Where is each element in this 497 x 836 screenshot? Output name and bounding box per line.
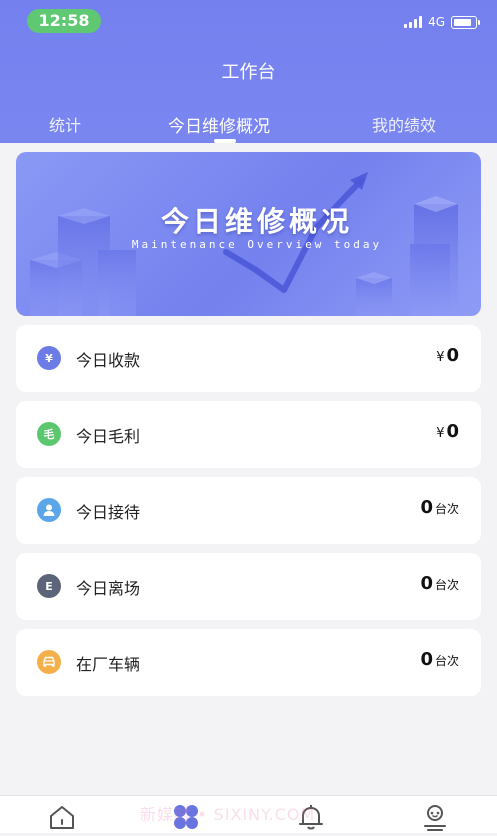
stat-label: 今日毛利 bbox=[76, 427, 141, 446]
reception-person-icon bbox=[37, 498, 61, 522]
stat-number: 0 bbox=[420, 649, 433, 670]
stat-label: 今日接待 bbox=[76, 503, 141, 522]
yuan-icon: ¥ bbox=[37, 346, 61, 370]
exit-icon: E bbox=[37, 574, 61, 598]
stat-number: 0 bbox=[446, 421, 459, 442]
stat-number: 0 bbox=[420, 497, 433, 518]
watermark: 新媒时 • SIXINY.COM bbox=[140, 805, 316, 824]
stat-card-today-reception[interactable]: 今日接待 0 台次 bbox=[16, 477, 481, 544]
overview-banner: 今日维修概况 Maintenance Overview today bbox=[16, 152, 481, 316]
profile-icon[interactable] bbox=[420, 802, 450, 832]
currency-symbol: ¥ bbox=[436, 426, 445, 441]
tab-my-performance[interactable]: 我的绩效 bbox=[372, 112, 436, 136]
stat-card-today-gross-profit[interactable]: 毛 今日毛利 ¥ 0 bbox=[16, 401, 481, 468]
stat-value: 0 台次 bbox=[420, 497, 459, 518]
tab-bar-top: 统计 今日维修概况 我的绩效 bbox=[0, 112, 497, 143]
stat-label: 今日收款 bbox=[76, 351, 141, 370]
stat-label: 今日离场 bbox=[76, 579, 141, 598]
network-type: 4G bbox=[428, 15, 445, 29]
currency-symbol: ¥ bbox=[436, 350, 445, 365]
status-indicators: 4G bbox=[404, 14, 480, 30]
status-bar: 12:58 4G bbox=[0, 0, 497, 40]
tab-today-maintenance[interactable]: 今日维修概况 bbox=[168, 112, 270, 137]
page-title: 工作台 bbox=[221, 62, 276, 83]
stat-value: ¥ 0 bbox=[436, 421, 459, 442]
battery-icon bbox=[451, 15, 480, 29]
stat-label: 在厂车辆 bbox=[76, 655, 141, 674]
stat-number: 0 bbox=[446, 345, 459, 366]
status-time: 12:58 bbox=[27, 9, 101, 33]
stat-unit: 台次 bbox=[434, 578, 459, 592]
stat-card-today-receipts[interactable]: ¥ 今日收款 ¥ 0 bbox=[16, 325, 481, 392]
home-icon[interactable] bbox=[47, 802, 77, 832]
stat-unit: 台次 bbox=[434, 502, 459, 516]
profit-icon: 毛 bbox=[37, 422, 61, 446]
stat-value: 0 台次 bbox=[420, 649, 459, 670]
signal-icon bbox=[404, 16, 423, 28]
stat-value: ¥ 0 bbox=[436, 345, 459, 366]
stat-value: 0 台次 bbox=[420, 573, 459, 594]
tab-statistics[interactable]: 统计 bbox=[49, 112, 81, 136]
banner-subtitle: Maintenance Overview today bbox=[131, 238, 383, 251]
stat-card-vehicles-in-shop[interactable]: 在厂车辆 0 台次 bbox=[16, 629, 481, 696]
active-tab-indicator bbox=[214, 139, 236, 143]
stat-unit: 台次 bbox=[434, 654, 459, 668]
stat-card-today-exit[interactable]: E 今日离场 0 台次 bbox=[16, 553, 481, 620]
stat-number: 0 bbox=[420, 573, 433, 594]
banner-title: 今日维修概况 bbox=[160, 205, 353, 238]
header: 12:58 4G 工作台 统计 今日维修概况 我的绩效 bbox=[0, 0, 497, 143]
car-icon bbox=[37, 650, 61, 674]
